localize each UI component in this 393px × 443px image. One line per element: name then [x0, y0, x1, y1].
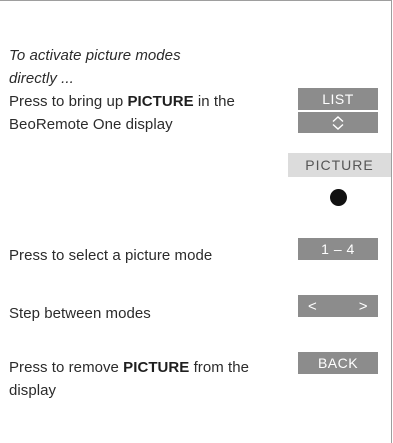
- step4-picture-bold: PICTURE: [123, 359, 190, 376]
- up-down-chevron-icon: [332, 115, 344, 130]
- display-picture-label: PICTURE: [305, 157, 374, 173]
- left-arrow-icon[interactable]: <: [308, 298, 317, 315]
- left-right-arrow-buttons[interactable]: < >: [298, 295, 378, 317]
- step-remove-picture: Press to remove PICTURE from the display: [9, 356, 269, 402]
- remote-display: PICTURE: [288, 153, 391, 177]
- step1-text-pre: Press to bring up: [9, 93, 128, 110]
- center-button-icon[interactable]: [330, 189, 347, 206]
- up-down-nav-button[interactable]: [298, 112, 378, 133]
- intro-line-1: To activate picture modes: [9, 47, 181, 64]
- right-border: [391, 0, 392, 443]
- right-arrow-icon[interactable]: >: [359, 298, 368, 315]
- top-border: [0, 0, 391, 1]
- step2-text: Press to select a picture mode: [9, 247, 213, 264]
- back-button[interactable]: BACK: [298, 352, 378, 374]
- number-buttons[interactable]: 1 – 4: [298, 238, 378, 260]
- back-button-label: BACK: [317, 355, 359, 371]
- intro-heading: To activate picture modes directly ...: [9, 44, 279, 90]
- step-bring-up-picture: Press to bring up PICTURE in the BeoRemo…: [9, 90, 284, 136]
- step4-text-pre: Press to remove: [9, 359, 124, 376]
- number-range-label: 1 – 4: [321, 241, 355, 257]
- list-button-label: LIST: [322, 91, 354, 107]
- intro-line-2: directly ...: [9, 70, 74, 87]
- list-button[interactable]: LIST: [298, 88, 378, 110]
- step1-picture-bold: PICTURE: [127, 93, 194, 110]
- step3-text: Step between modes: [9, 305, 151, 322]
- instruction-panel: To activate picture modes directly ... P…: [0, 0, 392, 443]
